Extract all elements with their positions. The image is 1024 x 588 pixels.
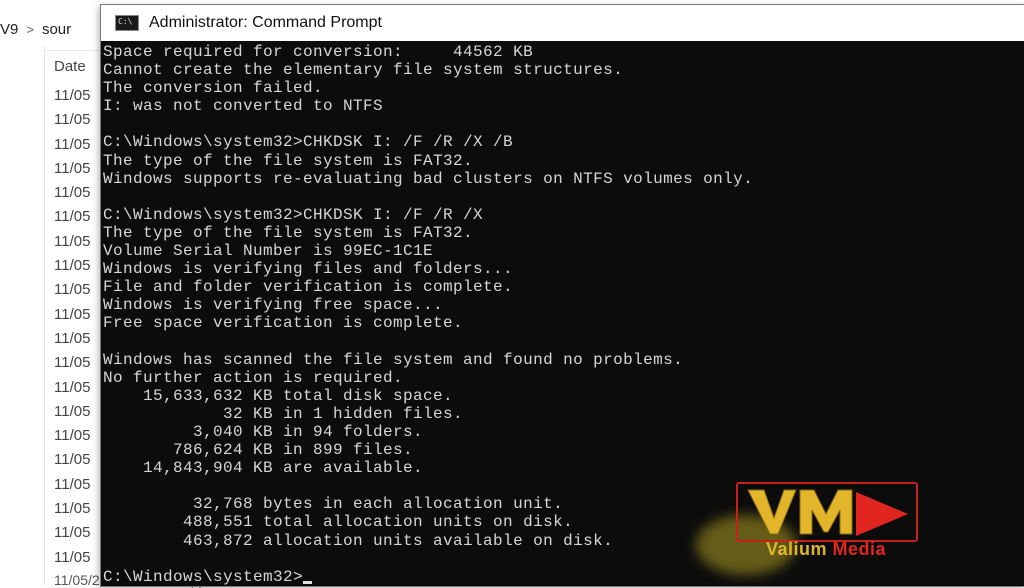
valium-media-logo: Valium Media	[736, 482, 918, 560]
file-row-date[interactable]: 11/05	[54, 376, 90, 400]
file-row-date[interactable]: 11/05	[54, 108, 90, 132]
file-row-date[interactable]: 11/05	[54, 400, 90, 424]
breadcrumb-separator-icon: >	[26, 21, 34, 37]
console-line: Windows is verifying files and folders..…	[103, 260, 514, 279]
logo-word-valium: Valium	[765, 539, 827, 559]
console-line: Cannot create the elementary file system…	[103, 61, 624, 80]
command-prompt-line[interactable]: C:\Windows\system32>	[103, 568, 1024, 586]
console-line: 15,633,632 KB total disk space.	[103, 386, 454, 405]
navigation-pane	[0, 46, 45, 585]
console-line: Windows is verifying free space...	[103, 296, 444, 315]
console-line: I: was not converted to NTFS	[103, 97, 384, 116]
console-line: Space required for conversion: 44562 KB	[103, 43, 534, 61]
console-line: Windows supports re-evaluating bad clust…	[103, 169, 754, 188]
breadcrumb: V9 > sour	[0, 12, 100, 46]
file-row-date[interactable]: 11/05	[54, 157, 90, 181]
file-row-date[interactable]: 11/05	[54, 278, 90, 302]
breadcrumb-item-v9[interactable]: V9	[0, 21, 18, 38]
console-line: 32 KB in 1 hidden files.	[103, 404, 464, 423]
cmd-icon	[115, 15, 139, 31]
console-line: File and folder verification is complete…	[103, 278, 514, 297]
column-header-divider	[44, 50, 104, 51]
file-row-date[interactable]: 11/05	[54, 133, 90, 157]
console-line: No further action is required.	[103, 368, 404, 387]
column-header-date[interactable]: Date	[54, 58, 86, 75]
console-line: Volume Serial Number is 99EC-1C1E	[103, 242, 434, 261]
file-row-date[interactable]: 11/05	[54, 473, 90, 497]
logo-frame	[736, 482, 918, 542]
console-line: 3,040 KB in 94 folders.	[103, 422, 424, 441]
title-bar[interactable]: Administrator: Command Prompt	[101, 5, 1024, 41]
prompt-text: C:\Windows\system32>	[103, 567, 304, 586]
file-row-date[interactable]: 11/05	[54, 327, 90, 351]
file-row-date[interactable]: 11/05	[54, 303, 90, 327]
text-cursor	[303, 580, 313, 584]
file-row-date[interactable]: 11/05	[54, 254, 90, 278]
console-line: C:\Windows\system32>CHKDSK I: /F /R /X /…	[103, 133, 514, 152]
file-row-date[interactable]: 11/05	[54, 351, 90, 375]
file-row-date[interactable]: 11/05	[54, 497, 90, 521]
vm-play-icon	[747, 489, 908, 536]
console-line: Free space verification is complete.	[103, 314, 464, 333]
file-row-date[interactable]: 11/05	[54, 84, 90, 108]
console-line: Windows has scanned the file system and …	[103, 350, 684, 369]
file-row-date[interactable]: 11/05	[54, 448, 90, 472]
file-row-date[interactable]: 11/05	[54, 521, 90, 545]
breadcrumb-item-source[interactable]: sour	[42, 21, 71, 38]
file-list: 11/05 11/05 11/05 11/05 11/05 11/05 11/05 11/05…	[54, 84, 90, 570]
console-line: C:\Windows\system32>CHKDSK I: /F /R /X	[103, 205, 484, 224]
logo-word-media: Media	[832, 539, 887, 559]
console-line: The conversion failed.	[103, 79, 324, 98]
file-row-date[interactable]: 11/05	[54, 546, 90, 570]
console-line: 14,843,904 KB are available.	[103, 459, 424, 478]
console-line: The type of the file system is FAT32.	[103, 223, 474, 242]
logo-wordmark: Valium Media	[736, 539, 916, 560]
file-row-date[interactable]: 11/05	[54, 230, 90, 254]
console-line: The type of the file system is FAT32.	[103, 151, 474, 170]
file-row-date[interactable]: 11/05	[54, 181, 90, 205]
file-row-date[interactable]: 11/05	[54, 424, 90, 448]
file-row-date[interactable]: 11/05	[54, 205, 90, 229]
window-title: Administrator: Command Prompt	[149, 14, 382, 31]
console-line: 786,624 KB in 899 files.	[103, 441, 414, 460]
